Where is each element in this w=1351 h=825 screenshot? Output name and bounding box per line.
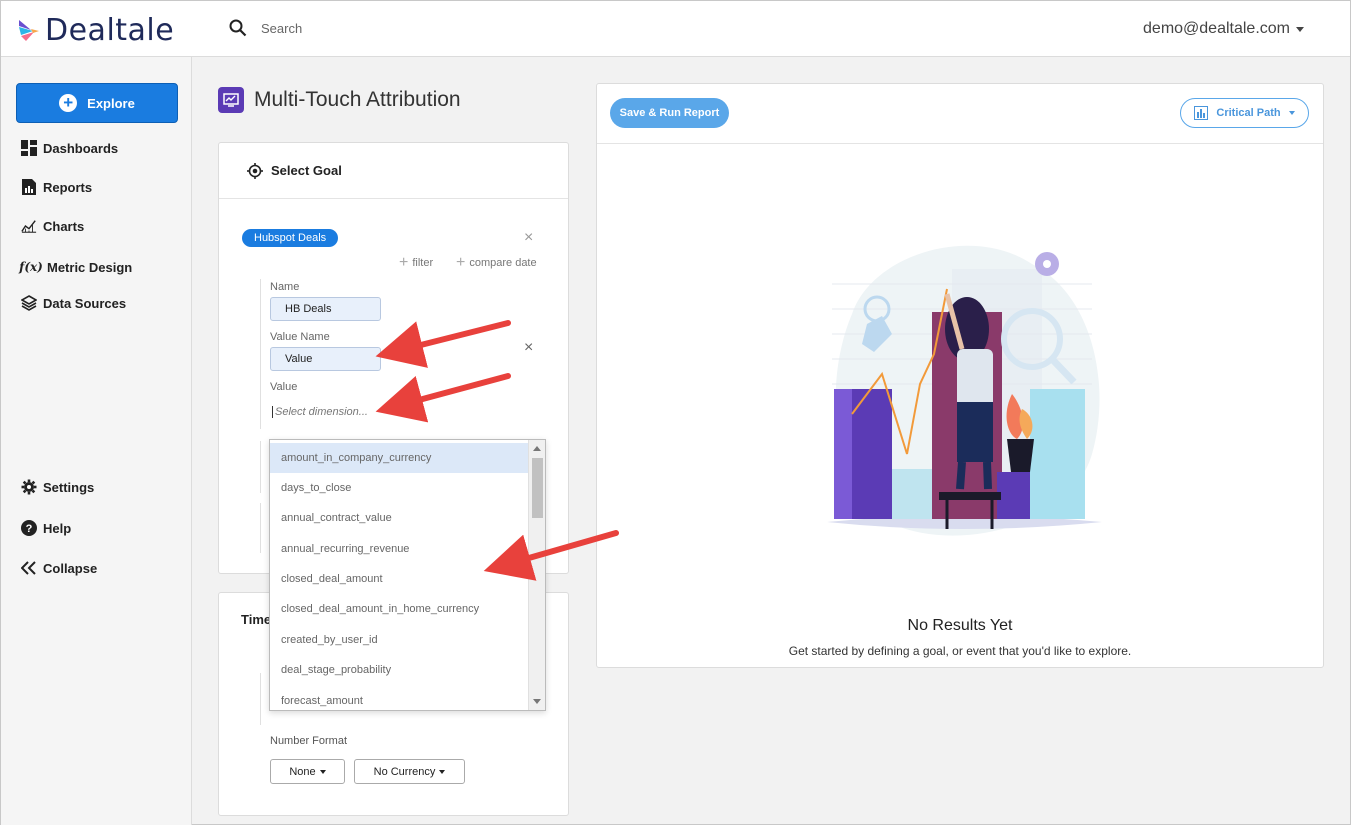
source-pill[interactable]: Hubspot Deals [242,229,339,247]
user-menu[interactable]: demo@dealtale.com [1143,20,1304,38]
gear-icon [21,479,37,495]
value-name-field[interactable]: Value [270,347,381,371]
currency-value: No Currency [373,765,436,778]
monitor-chart-icon [218,87,244,113]
target-icon [247,162,263,179]
sidebar-item-settings[interactable]: Settings [21,479,94,495]
sidebar-item-label: Reports [43,179,93,195]
dimension-option[interactable]: created_by_user_id [270,625,529,655]
tree-line [260,503,261,553]
sidebar-item-metric-design[interactable]: f(x) Metric Design [19,259,133,275]
value-label: Value [270,381,298,393]
number-format-dropdown[interactable]: None [270,759,345,784]
explore-label: Explore [87,95,135,111]
remove-value-close-icon[interactable]: × [524,339,533,357]
sidebar-item-label: Dashboards [43,140,119,156]
sidebar-item-charts[interactable]: Charts [21,218,84,234]
empty-state-title: No Results Yet [907,617,1013,634]
search-icon [229,19,247,37]
results-panel: Save & Run Report Critical Path No Resul… [596,83,1324,668]
dropdown-scrollbar[interactable] [528,440,545,710]
bar-chart-icon [1194,106,1209,120]
sidebar: + Explore Dashboards Reports Charts f(x)… [1,57,192,825]
add-filter-link[interactable]: + filter [399,254,433,272]
brand-name: Dealtale [45,12,175,48]
name-label: Name [270,281,300,293]
value-name-label: Value Name [270,331,330,343]
sidebar-item-collapse[interactable]: Collapse [21,560,97,576]
explore-button[interactable]: + Explore [16,83,178,123]
results-toolbar: Save & Run Report Critical Path [597,84,1323,144]
dashboard-icon [21,140,37,156]
chevron-down-icon [439,769,446,774]
number-format-label: Number Format [270,735,348,747]
chart-icon [21,218,37,234]
time-header[interactable]: Time [241,612,271,627]
dimension-dropdown-list[interactable]: amount_in_company_currency days_to_close… [269,439,546,711]
sidebar-item-label: Help [43,520,72,536]
save-run-report-button[interactable]: Save & Run Report [610,98,729,128]
dimension-select-input[interactable]: Select dimension... [272,406,368,418]
sidebar-item-label: Charts [43,218,85,234]
select-goal-header[interactable]: Select Goal [219,143,568,199]
top-bar: Dealtale Search demo@dealtale.com [1,1,1350,57]
chevron-down-icon [319,769,326,774]
sidebar-item-data-sources[interactable]: Data Sources [21,295,126,311]
page-header: Multi-Touch Attribution [218,87,461,113]
dimension-option[interactable]: annual_recurring_revenue [270,534,529,564]
tree-line [260,441,261,493]
search-bar[interactable]: Search [229,19,302,37]
help-icon: ? [21,520,37,536]
scroll-up-icon[interactable] [533,446,541,451]
number-format-value: None [289,765,316,778]
tree-line [260,279,261,429]
dimension-option[interactable]: deal_stage_probability [270,655,529,685]
sidebar-item-label: Collapse [43,560,98,576]
function-icon: f(x) [19,260,43,274]
dimension-option[interactable]: amount_in_company_currency [270,443,529,473]
svg-text:?: ? [26,523,33,535]
empty-state-illustration [827,245,1102,536]
sidebar-item-label: Settings [43,479,95,495]
sidebar-item-label: Data Sources [43,295,127,311]
tree-line [260,673,261,725]
search-input[interactable]: Search [261,21,302,36]
dimension-option[interactable]: days_to_close [270,473,529,503]
empty-state-subtitle: Get started by defining a goal, or event… [788,644,1132,658]
dimension-option[interactable]: annual_contract_value [270,503,529,533]
view-mode-label: Critical Path [1216,107,1281,119]
sidebar-item-dashboards[interactable]: Dashboards [21,140,118,156]
sidebar-item-reports[interactable]: Reports [21,179,92,195]
dimension-option[interactable]: closed_deal_amount_in_home_currency [270,594,529,624]
select-goal-label: Select Goal [271,163,342,178]
scroll-thumb[interactable] [532,458,543,518]
name-field[interactable]: HB Deals [270,297,381,321]
compare-date-label: compare date [469,257,537,269]
dimension-option[interactable]: forecast_amount [270,686,529,710]
scroll-down-icon[interactable] [533,699,541,704]
report-icon [21,179,37,195]
chevron-down-icon [1288,111,1295,115]
brand-logo-icon [19,20,39,41]
currency-dropdown[interactable]: No Currency [354,759,465,784]
plus-circle-icon: + [59,94,78,112]
plus-icon: + [456,254,466,271]
plus-icon: + [399,254,409,271]
collapse-icon [21,560,37,576]
filter-label: filter [412,257,434,269]
chevron-down-icon [1296,26,1304,32]
dimension-option[interactable]: closed_deal_amount [270,564,529,594]
view-mode-dropdown[interactable]: Critical Path [1180,98,1309,128]
compare-date-link[interactable]: + compare date [456,254,537,272]
page-title: Multi-Touch Attribution [254,88,461,111]
brand-logo[interactable]: Dealtale [17,12,175,48]
sidebar-item-label: Metric Design [47,259,133,275]
layers-icon [21,295,37,311]
sidebar-item-help[interactable]: ? Help [21,520,71,536]
remove-source-close-icon[interactable]: × [524,229,533,247]
user-email: demo@dealtale.com [1143,20,1290,37]
